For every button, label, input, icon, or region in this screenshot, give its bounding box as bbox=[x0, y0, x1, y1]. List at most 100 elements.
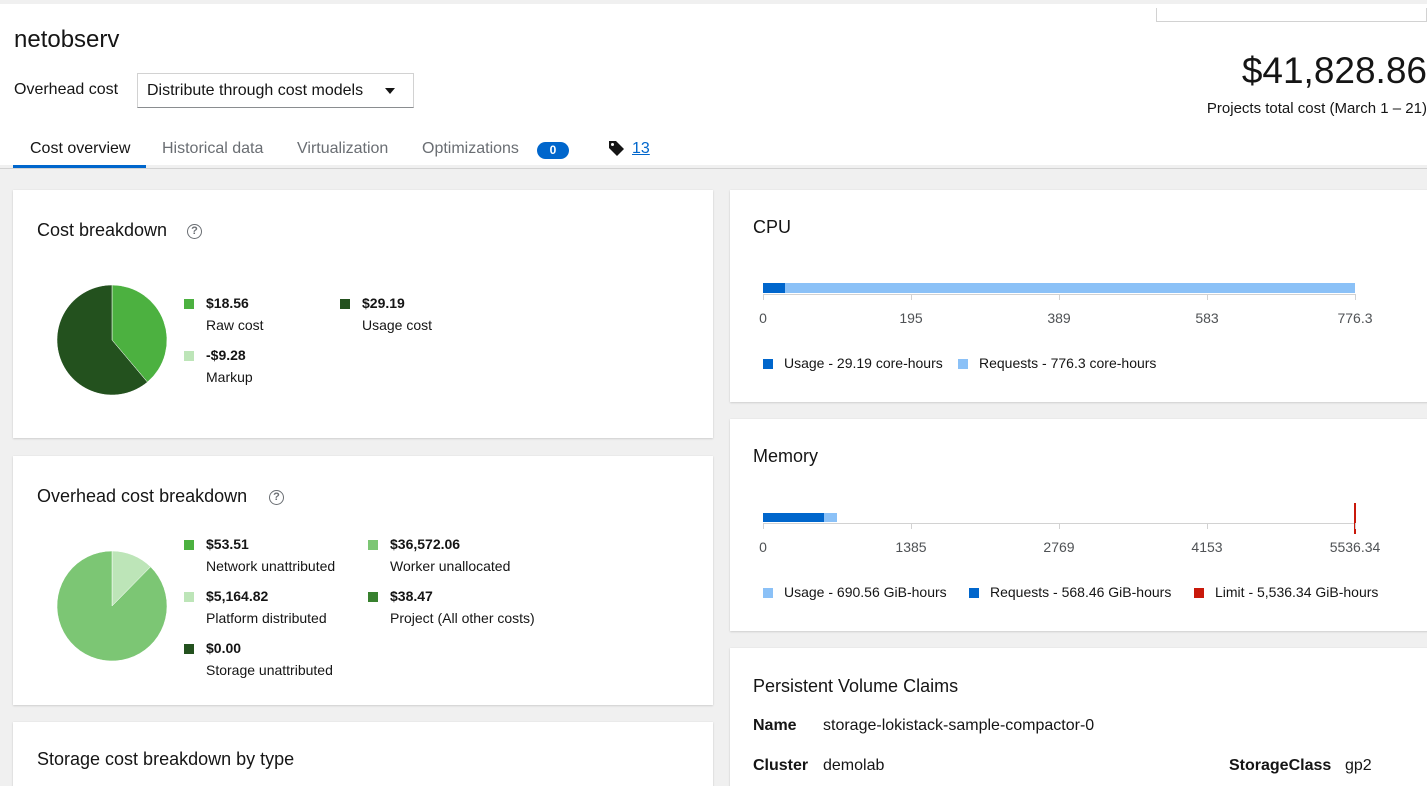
cost-breakdown-card: Cost breakdown ? $18.56 Raw cost $29.19 … bbox=[13, 190, 713, 438]
tick-mark bbox=[1355, 523, 1356, 529]
legend-label: Usage cost bbox=[362, 317, 433, 333]
legend-label: Usage - 29.19 core-hours bbox=[784, 355, 943, 371]
total-cost: $41,828.86 bbox=[1241, 50, 1427, 91]
tick-mark bbox=[763, 523, 764, 529]
legend-swatch bbox=[184, 644, 194, 654]
requests-bar bbox=[763, 283, 1355, 293]
total-cost-subtitle: Projects total cost (March 1 – 21) bbox=[1206, 100, 1427, 117]
tick-label: 1385 bbox=[895, 539, 927, 555]
legend-value: $38.47 bbox=[390, 588, 433, 604]
tick-label: 0 bbox=[759, 539, 767, 555]
overhead-breakdown-pie bbox=[57, 551, 167, 661]
memory-card: Memory 0 1385 2769 4153 5536.34 Usage - 690.… bbox=[730, 419, 1427, 631]
legend-value: $53.51 bbox=[206, 536, 249, 552]
tick-label: 389 bbox=[1047, 310, 1071, 326]
legend-swatch bbox=[969, 588, 979, 598]
cpu-card: CPU 0 195 389 583 776.3 Usage - 29.19 core-h… bbox=[730, 190, 1427, 402]
cpu-bullet-chart: 0 195 389 583 776.3 bbox=[759, 280, 1373, 340]
legend-swatch bbox=[340, 299, 350, 309]
overhead-cost-label: Overhead cost bbox=[14, 81, 119, 98]
tick-label: 2769 bbox=[1043, 539, 1075, 555]
storage-breakdown-title: Storage cost breakdown by type bbox=[37, 749, 295, 769]
tick-label: 0 bbox=[759, 310, 767, 326]
pvc-cluster-key: Cluster bbox=[753, 757, 809, 774]
legend-swatch bbox=[1194, 588, 1204, 598]
tick-mark bbox=[1207, 523, 1208, 529]
tick-mark bbox=[1207, 294, 1208, 300]
tick-label: 4153 bbox=[1191, 539, 1223, 555]
tick-mark bbox=[911, 294, 912, 300]
limit-marker bbox=[1354, 503, 1356, 534]
pie-slice bbox=[57, 551, 167, 661]
tick-label: 5536.34 bbox=[1329, 539, 1381, 555]
legend-swatch bbox=[184, 351, 194, 361]
tab-cost-overview[interactable]: Cost overview bbox=[30, 140, 130, 158]
pvc-name-key: Name bbox=[753, 717, 797, 734]
tick-mark bbox=[1059, 294, 1060, 300]
legend-swatch bbox=[184, 299, 194, 309]
pvc-storageclass-value: gp2 bbox=[1345, 757, 1372, 774]
legend-value: $5,164.82 bbox=[206, 588, 269, 604]
tags-link[interactable]: 13 bbox=[632, 140, 650, 158]
overhead-cost-select-value: Distribute through cost models bbox=[147, 82, 364, 99]
tab-virtualization[interactable]: Virtualization bbox=[297, 140, 388, 158]
legend-label: Markup bbox=[206, 369, 253, 385]
legend-swatch bbox=[184, 540, 194, 550]
legend-label: Requests - 568.46 GiB-hours bbox=[990, 584, 1172, 600]
legend-value: $0.00 bbox=[206, 640, 242, 656]
tick-label: 583 bbox=[1195, 310, 1219, 326]
tick-mark bbox=[763, 294, 764, 300]
legend-label: Raw cost bbox=[206, 317, 264, 333]
cost-breakdown-title: Cost breakdown bbox=[37, 220, 168, 240]
pvc-storageclass-key: StorageClass bbox=[1229, 757, 1332, 774]
legend-label: Platform distributed bbox=[206, 610, 327, 626]
cost-breakdown-pie bbox=[57, 285, 167, 395]
pvc-name-value: storage-lokistack-sample-compactor-0 bbox=[823, 717, 1095, 734]
legend-label: Usage - 690.56 GiB-hours bbox=[784, 584, 947, 600]
pvc-card: Persistent Volume Claims Name storage-lo… bbox=[730, 648, 1427, 786]
legend-swatch bbox=[368, 592, 378, 602]
memory-title: Memory bbox=[753, 446, 819, 466]
tick-mark bbox=[911, 523, 912, 529]
tick-label: 195 bbox=[899, 310, 923, 326]
optimizations-count-badge: 0 bbox=[537, 142, 569, 159]
page-title: netobserv bbox=[14, 26, 120, 53]
legend-label: Project (All other costs) bbox=[390, 610, 535, 626]
legend-value: $36,572.06 bbox=[390, 536, 461, 552]
legend-value: $29.19 bbox=[362, 295, 405, 311]
legend-swatch bbox=[368, 540, 378, 550]
usage-bar bbox=[763, 283, 786, 293]
legend-swatch bbox=[958, 359, 968, 369]
legend-swatch bbox=[763, 588, 773, 598]
pvc-title: Persistent Volume Claims bbox=[753, 676, 959, 696]
legend-value: -$9.28 bbox=[206, 347, 246, 363]
legend-swatch bbox=[763, 359, 773, 369]
caret-down-icon bbox=[385, 88, 395, 94]
page-header: netobserv Overhead cost Distribute throu… bbox=[0, 0, 1427, 169]
overhead-cost-select[interactable]: Distribute through cost models bbox=[137, 73, 414, 108]
tab-bar: Cost overview Historical data Virtualiza… bbox=[0, 130, 1427, 169]
legend-swatch bbox=[184, 592, 194, 602]
cpu-title: CPU bbox=[753, 217, 792, 237]
toolbar-box bbox=[1156, 8, 1427, 22]
tick-label: 776.3 bbox=[1337, 310, 1373, 326]
overhead-breakdown-card: Overhead cost breakdown ? $53.51 Network… bbox=[13, 456, 713, 705]
tag-icon bbox=[609, 141, 624, 156]
legend-value: $18.56 bbox=[206, 295, 249, 311]
legend-label: Requests - 776.3 core-hours bbox=[979, 355, 1157, 371]
memory-bullet-chart: 0 1385 2769 4153 5536.34 bbox=[759, 501, 1380, 569]
tick-mark bbox=[1059, 523, 1060, 529]
requests-bar bbox=[763, 513, 824, 522]
legend-label: Worker unallocated bbox=[390, 558, 511, 574]
help-icon[interactable]: ? bbox=[269, 490, 284, 505]
legend-label: Storage unattributed bbox=[206, 662, 333, 678]
tab-optimizations[interactable]: Optimizations bbox=[422, 140, 519, 158]
help-icon[interactable]: ? bbox=[187, 224, 202, 239]
overhead-breakdown-title: Overhead cost breakdown bbox=[37, 486, 248, 506]
legend-label: Limit - 5,536.34 GiB-hours bbox=[1215, 584, 1379, 600]
tab-historical-data[interactable]: Historical data bbox=[162, 140, 263, 158]
legend-label: Network unattributed bbox=[206, 558, 336, 574]
active-tab-indicator bbox=[13, 165, 146, 168]
pvc-cluster-value: demolab bbox=[823, 757, 885, 774]
storage-breakdown-card: Storage cost breakdown by type bbox=[13, 722, 713, 786]
